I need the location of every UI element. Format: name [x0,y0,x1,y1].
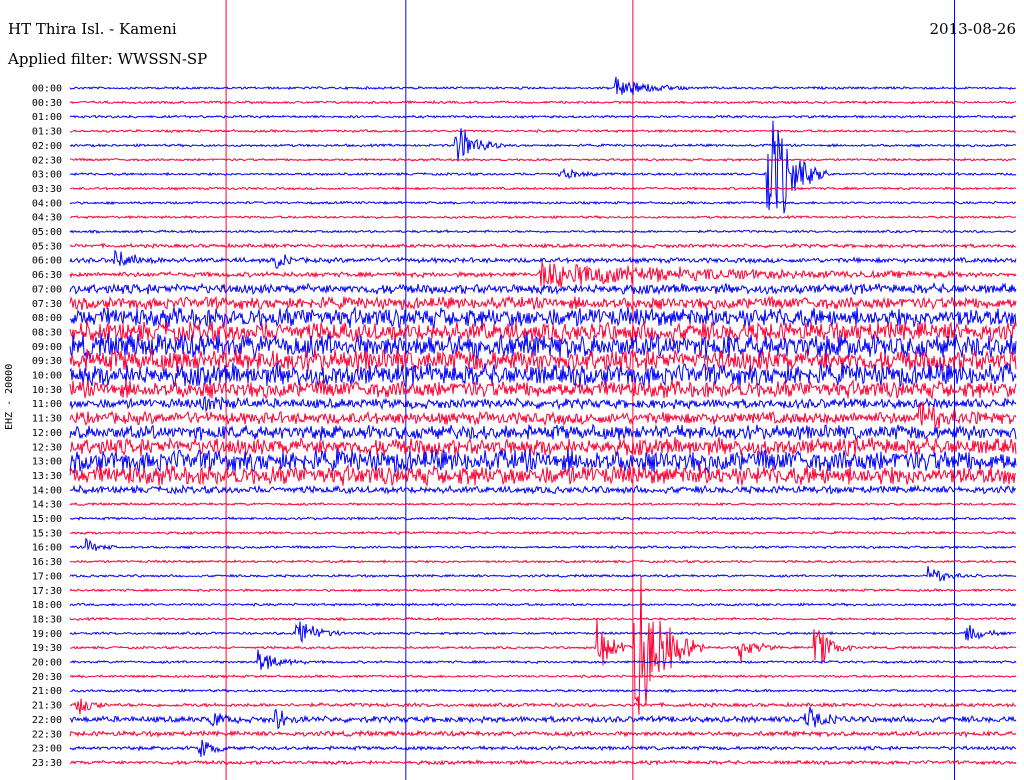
trace-row-1630 [69,559,1017,564]
time-label: 15:30 [32,528,62,539]
trace-row-1400 [69,484,1017,496]
trace-row-2330 [70,759,1017,766]
time-label: 20:00 [32,658,62,669]
trace-row-0030 [69,99,1017,105]
time-label: 16:00 [32,543,62,554]
trace-row-1100 [69,395,1017,413]
helicorder-plot: 00:00 00:30 01:00 01:30 02:00 02:30 03:00 03:30… [32,0,1017,780]
time-label: 03:30 [32,184,62,195]
trace-row-0100 [69,114,1016,120]
time-label: 13:00 [32,457,62,468]
time-label: 03:00 [32,170,62,181]
trace-row-0700 [69,281,1017,296]
trace-row-1230 [69,436,1017,458]
trace-row-2100 [69,688,1017,694]
time-label: 04:00 [32,198,62,209]
trace-row-1330 [69,463,1017,488]
trace-row-2300 [69,739,1017,758]
time-label: 23:30 [32,758,62,769]
time-label: 18:30 [32,614,62,625]
time-label: 08:00 [32,313,62,324]
time-label: 09:30 [32,356,62,367]
time-label: 05:00 [32,227,62,238]
trace-row-1530 [69,530,1017,536]
time-label: 17:30 [32,586,62,597]
time-label: 16:30 [32,557,62,568]
time-label: 22:00 [32,715,62,726]
time-label: 06:00 [32,256,62,267]
trace-row-0330 [69,186,1017,191]
time-label: 10:00 [32,371,62,382]
trace-row-1500 [70,516,1017,521]
trace-row-0630 [69,261,1017,289]
trace-row-0200 [69,128,1017,162]
seismic-traces [69,76,1017,766]
trace-row-1930 [69,575,1017,715]
time-label: 06:30 [32,270,62,281]
time-label: 05:30 [32,241,62,252]
time-label: 20:30 [32,672,62,683]
trace-row-1200 [69,423,1017,441]
time-label: 21:00 [32,686,62,697]
trace-row-1430 [69,501,1017,507]
trace-row-2230 [69,729,1017,739]
time-label: 17:00 [32,571,62,582]
time-label: 15:00 [32,514,62,525]
time-label: 11:00 [32,399,62,410]
trace-row-0900 [69,332,1017,361]
trace-row-2000 [69,649,1017,670]
time-label: 23:00 [32,744,62,755]
time-label: 19:30 [32,643,62,654]
trace-row-1900 [69,621,1017,644]
time-label: 01:30 [32,127,62,138]
time-label: 02:30 [32,155,62,166]
trace-row-1730 [69,587,1017,593]
time-label: 14:00 [32,485,62,496]
time-label: 00:00 [32,84,62,95]
time-label: 11:30 [32,414,62,425]
trace-row-1800 [69,602,1017,608]
time-label: 13:30 [32,471,62,482]
trace-row-0430 [69,214,1017,220]
trace-row-1700 [69,565,1017,582]
trace-row-0400 [69,200,1017,206]
time-label: 10:30 [32,385,62,396]
time-label: 12:30 [32,442,62,453]
time-label: 07:00 [32,284,62,295]
time-label: 02:00 [32,141,62,152]
time-label: 19:00 [32,629,62,640]
trace-row-0530 [69,242,1017,250]
trace-row-0000 [69,76,1017,95]
trace-row-2130 [69,698,1017,715]
time-label: 00:30 [32,98,62,109]
trace-row-2030 [69,674,1017,679]
trace-row-0300 [69,120,1017,214]
trace-row-0230 [69,157,1017,163]
trace-row-0500 [69,229,1016,234]
time-labels: 00:00 00:30 01:00 01:30 02:00 02:30 03:00 03:30… [32,84,62,769]
trace-row-1030 [69,378,1017,400]
time-label: 21:30 [32,701,62,712]
time-label: 12:00 [32,428,62,439]
time-label: 04:30 [32,213,62,224]
time-label: 08:30 [32,327,62,338]
time-label: 01:00 [32,112,62,123]
trace-row-2200 [69,706,1017,730]
trace-row-1600 [70,537,1017,551]
trace-row-1830 [69,616,1017,622]
time-label: 14:30 [32,500,62,511]
time-label: 22:30 [32,729,62,740]
time-label: 09:00 [32,342,62,353]
trace-row-0130 [69,128,1017,134]
time-label: 07:30 [32,299,62,310]
trace-row-0730 [69,295,1017,311]
time-label: 18:00 [32,600,62,611]
